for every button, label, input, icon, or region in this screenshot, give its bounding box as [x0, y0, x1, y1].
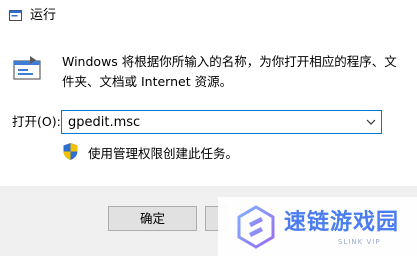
watermark-subtitle: SLINK VIP: [338, 238, 381, 246]
watermark-title: 速链游戏园: [284, 210, 400, 235]
window-title: 运行: [30, 8, 57, 23]
watermark-logo-icon: [237, 205, 275, 249]
title-bar: 运行: [0, 0, 417, 32]
ok-button[interactable]: 确定: [108, 206, 197, 231]
admin-note: 使用管理权限创建此任务。: [88, 146, 239, 161]
chevron-down-icon[interactable]: [366, 118, 376, 126]
watermark: 速链游戏园 SLINK VIP: [218, 197, 417, 256]
uac-shield-icon: [63, 143, 78, 160]
run-description: Windows 将根据你所输入的名称，为你打开相应的程序、文件夹、文档或 Int…: [62, 54, 397, 89]
run-app-icon: [9, 10, 22, 21]
open-label: 打开(O):: [12, 114, 61, 129]
open-input[interactable]: gpedit.msc: [68, 114, 140, 131]
open-combobox[interactable]: gpedit.msc: [61, 110, 382, 134]
run-dialog-icon: [13, 56, 41, 80]
